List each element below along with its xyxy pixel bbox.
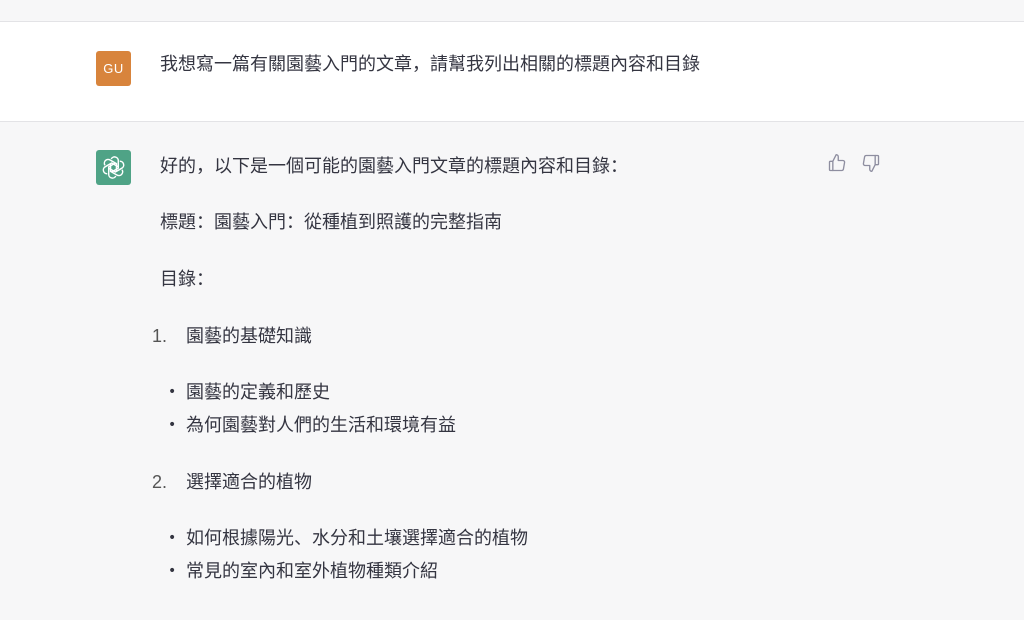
- top-bar: [0, 0, 1024, 22]
- thumbs-down-icon: [862, 154, 880, 172]
- user-avatar-initials: GU: [103, 61, 124, 76]
- toc-section: 1. 園藝的基礎知識: [152, 322, 312, 351]
- bullet-dot: •: [168, 530, 177, 546]
- thumbs-down-button[interactable]: [861, 153, 883, 175]
- toc-section: 2. 選擇適合的植物: [152, 468, 312, 497]
- list-item-text: 常見的室內和室外植物種類介紹: [186, 561, 438, 582]
- list-item-text: 如何根據陽光、水分和土壤選擇適合的植物: [186, 528, 528, 549]
- bullet-dot: •: [168, 384, 177, 400]
- assistant-intro: 好的，以下是一個可能的園藝入門文章的標題內容和目錄：: [160, 156, 628, 177]
- list-item-text: 園藝的定義和歷史: [186, 382, 330, 403]
- section-number: 2.: [152, 472, 168, 492]
- user-message-text: 我想寫一篇有關園藝入門的文章，請幫我列出相關的標題內容和目錄: [160, 54, 700, 75]
- toc-label: 目錄：: [160, 269, 214, 290]
- list-item-text: 為何園藝對人們的生活和環境有益: [186, 415, 456, 436]
- assistant-message-row: 好的，以下是一個可能的園藝入門文章的標題內容和目錄： 標題：園藝入門：從種植到照…: [0, 122, 1024, 620]
- user-avatar: GU: [96, 51, 131, 86]
- list-item: • 常見的室內和室外植物種類介紹: [168, 558, 438, 586]
- bullet-dot: •: [168, 563, 177, 579]
- list-item: • 園藝的定義和歷史: [168, 379, 330, 407]
- thumbs-up-button[interactable]: [827, 153, 849, 175]
- section-title: 選擇適合的植物: [186, 472, 312, 493]
- list-item: • 如何根據陽光、水分和土壤選擇適合的植物: [168, 525, 528, 553]
- section-number: 1.: [152, 326, 168, 346]
- list-item: • 為何園藝對人們的生活和環境有益: [168, 412, 456, 440]
- article-title-line: 標題：園藝入門：從種植到照護的完整指南: [160, 212, 502, 233]
- thumbs-up-icon: [828, 154, 846, 172]
- section-title: 園藝的基礎知識: [186, 326, 312, 347]
- assistant-avatar: [96, 150, 131, 185]
- bullet-dot: •: [168, 417, 177, 433]
- user-message-row: GU 我想寫一篇有關園藝入門的文章，請幫我列出相關的標題內容和目錄: [0, 22, 1024, 122]
- openai-logo-icon: [102, 156, 125, 179]
